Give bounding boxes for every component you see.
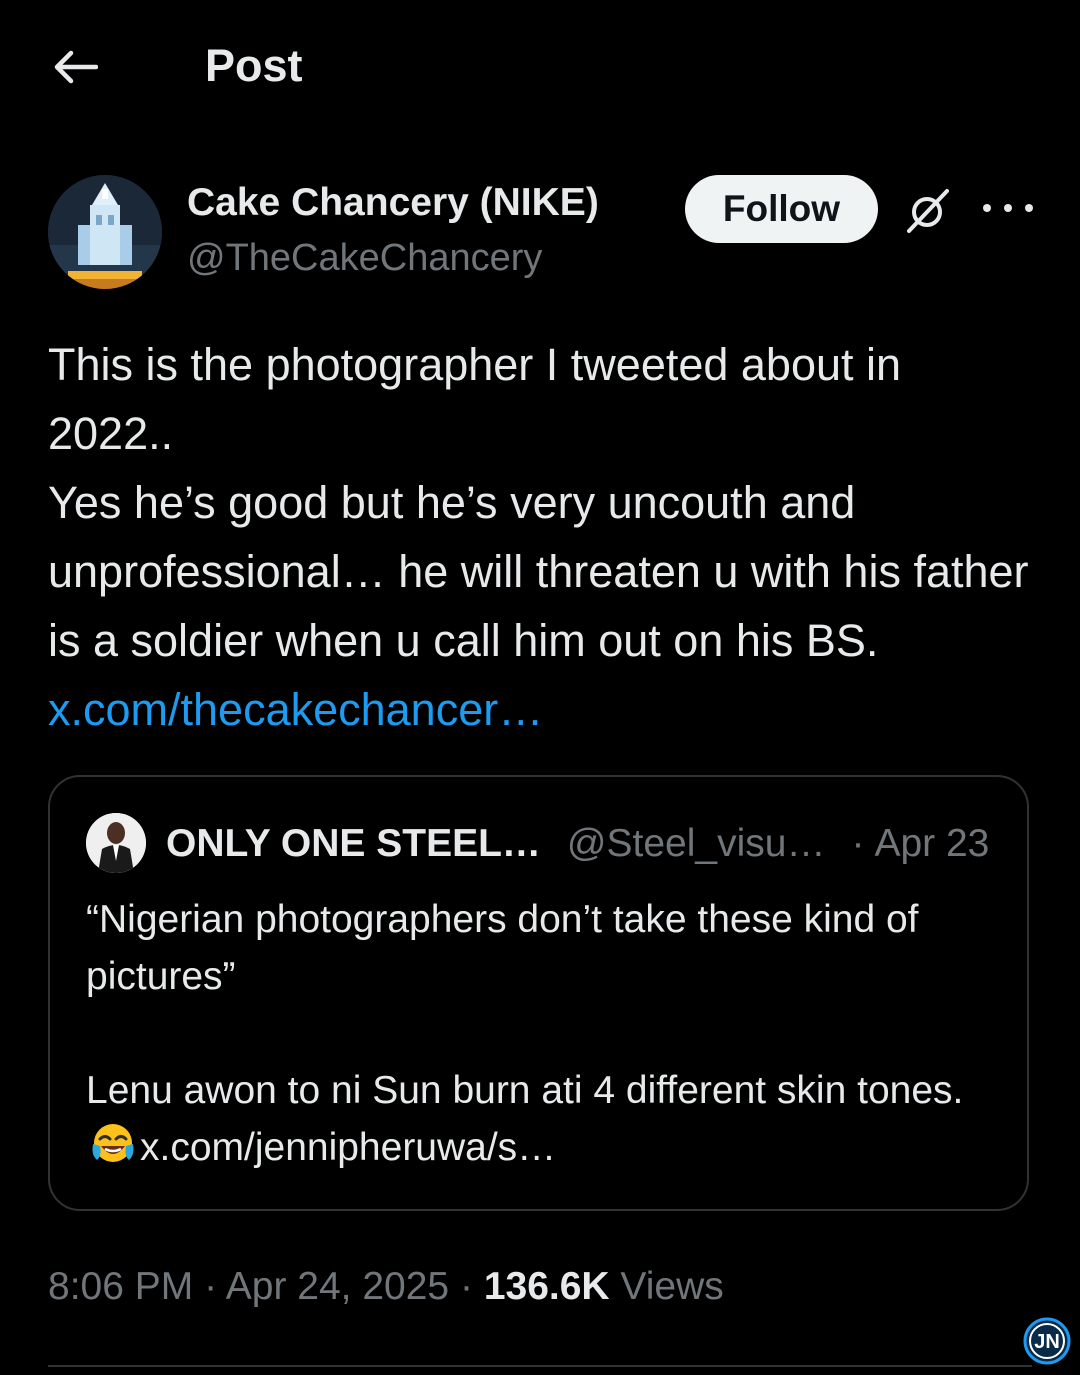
quote-text-paragraph-2: Lenu awon to ni Sun burn ati 4 different… (86, 1062, 1006, 1176)
meta-separator: · (204, 1265, 218, 1308)
watermark-logo: JN (1023, 1317, 1071, 1365)
quote-link: x.com/jennipheruwa/s… (140, 1126, 557, 1169)
post-time[interactable]: 8:06 PM (48, 1265, 193, 1308)
arrow-left-icon (54, 50, 98, 84)
more-icon-dot (1025, 204, 1033, 212)
more-options-button[interactable] (983, 193, 1033, 223)
tears-of-joy-emoji-icon (92, 1124, 134, 1162)
avatar-image (48, 175, 162, 289)
post-link[interactable]: x.com/thecakechancer… (48, 684, 543, 735)
post-text-line-2: Yes he’s good but he’s very uncouth and … (48, 468, 1038, 744)
quoted-post[interactable]: ONLY ONE STEEL… @Steel_visu… · Apr 23 “N… (48, 775, 1029, 1211)
top-bar: Post (0, 0, 1080, 135)
back-button[interactable] (50, 44, 100, 90)
divider (48, 1365, 1032, 1367)
post-body: This is the photographer I tweeted about… (48, 330, 1038, 744)
quote-avatar[interactable] (86, 813, 146, 873)
quote-text-paragraph-2-content: Lenu awon to ni Sun burn ati 4 different… (86, 1069, 964, 1112)
post-meta: 8:06 PM · Apr 24, 2025 · 136.6K Views (48, 1265, 724, 1309)
meta-separator: · (459, 1265, 473, 1308)
grok-icon (907, 189, 949, 233)
views-label: Views (620, 1265, 724, 1308)
more-icon-dot (1004, 204, 1012, 212)
quote-separator: · (851, 822, 865, 865)
post-text-line-1: This is the photographer I tweeted about… (48, 339, 902, 459)
quote-text-paragraph-1: “Nigerian photographers don’t take these… (86, 898, 919, 998)
page-title: Post (205, 40, 303, 91)
more-icon (983, 204, 991, 212)
post-author: Cake Chancery (NIKE) @TheCakeChancery Fo… (48, 175, 1038, 295)
avatar[interactable] (48, 175, 162, 289)
quote-avatar-image (86, 813, 146, 873)
post-text-line-2-content: Yes he’s good but he’s very uncouth and … (48, 477, 1029, 666)
quote-author-name: ONLY ONE STEEL… (166, 822, 541, 865)
quote-date: Apr 23 (874, 822, 990, 865)
author-display-name[interactable]: Cake Chancery (NIKE) (187, 181, 599, 225)
svg-text:JN: JN (1034, 1331, 1060, 1353)
quote-body: “Nigerian photographers don’t take these… (86, 891, 1006, 1176)
views-count: 136.6K (483, 1265, 610, 1308)
quote-header: ONLY ONE STEEL… @Steel_visu… · Apr 23 (166, 822, 989, 866)
author-handle[interactable]: @TheCakeChancery (187, 237, 542, 280)
grok-button[interactable] (903, 185, 953, 235)
follow-button[interactable]: Follow (685, 175, 878, 243)
post-date[interactable]: Apr 24, 2025 (226, 1265, 449, 1308)
quote-author-handle: @Steel_visu… (566, 822, 826, 865)
